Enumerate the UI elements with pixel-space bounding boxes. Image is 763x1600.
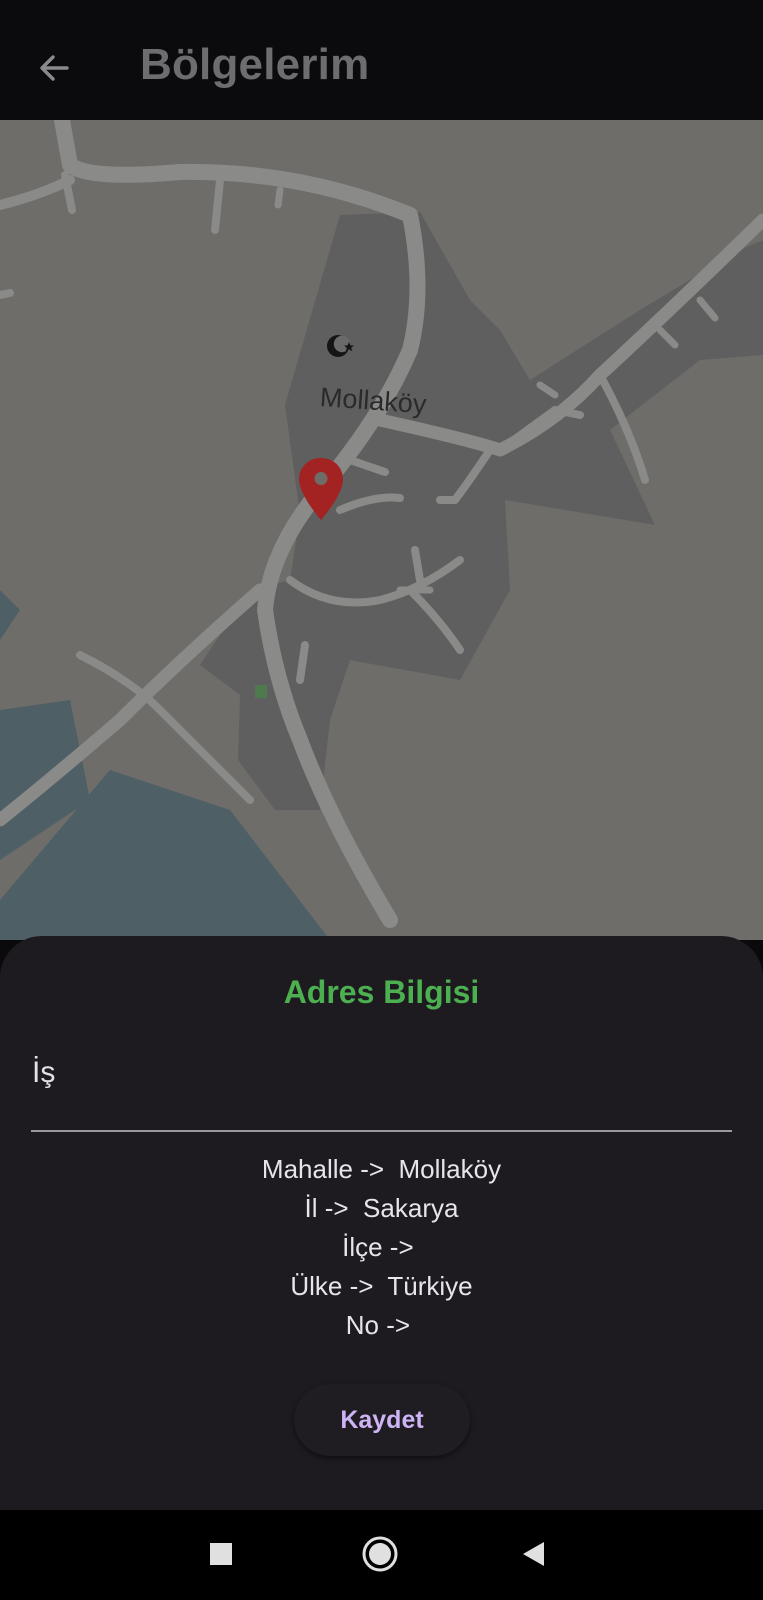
square-icon	[210, 1543, 232, 1565]
address-name-field[interactable]: İş	[32, 1056, 55, 1090]
home-button[interactable]	[356, 1530, 404, 1578]
sheet-title: Adres Bilgisi	[283, 974, 480, 1010]
info-ilce: İlçe ->	[342, 1232, 421, 1262]
save-button[interactable]: Kaydet	[294, 1384, 470, 1456]
app-bar: Bölgelerim	[0, 0, 763, 120]
circle-home-icon	[362, 1536, 398, 1572]
recents-button[interactable]	[197, 1530, 245, 1578]
address-info: Mahalle -> Mollaköy İl -> Sakarya İlçe -…	[0, 1150, 763, 1345]
page-title: Bölgelerim	[140, 40, 370, 89]
address-name-underline	[31, 1130, 732, 1132]
map-view[interactable]: Mollaköy	[0, 120, 763, 940]
back-button[interactable]	[30, 44, 78, 92]
arrow-left-icon	[40, 55, 69, 81]
address-bottom-sheet: Adres Bilgisi İş Mahalle -> Mollaköy İl …	[0, 936, 763, 1510]
location-pin-icon[interactable]	[297, 456, 345, 522]
info-mahalle: Mahalle -> Mollaköy	[261, 1154, 502, 1184]
info-ulke: Ülke -> Türkiye	[290, 1271, 473, 1301]
system-nav-bar	[0, 1510, 763, 1600]
system-back-button[interactable]	[510, 1530, 558, 1578]
info-no: No ->	[345, 1310, 418, 1340]
info-il: İl -> Sakarya	[304, 1193, 459, 1223]
map-canvas	[0, 120, 763, 940]
triangle-back-icon	[523, 1542, 544, 1566]
mosque-icon[interactable]	[326, 332, 358, 360]
